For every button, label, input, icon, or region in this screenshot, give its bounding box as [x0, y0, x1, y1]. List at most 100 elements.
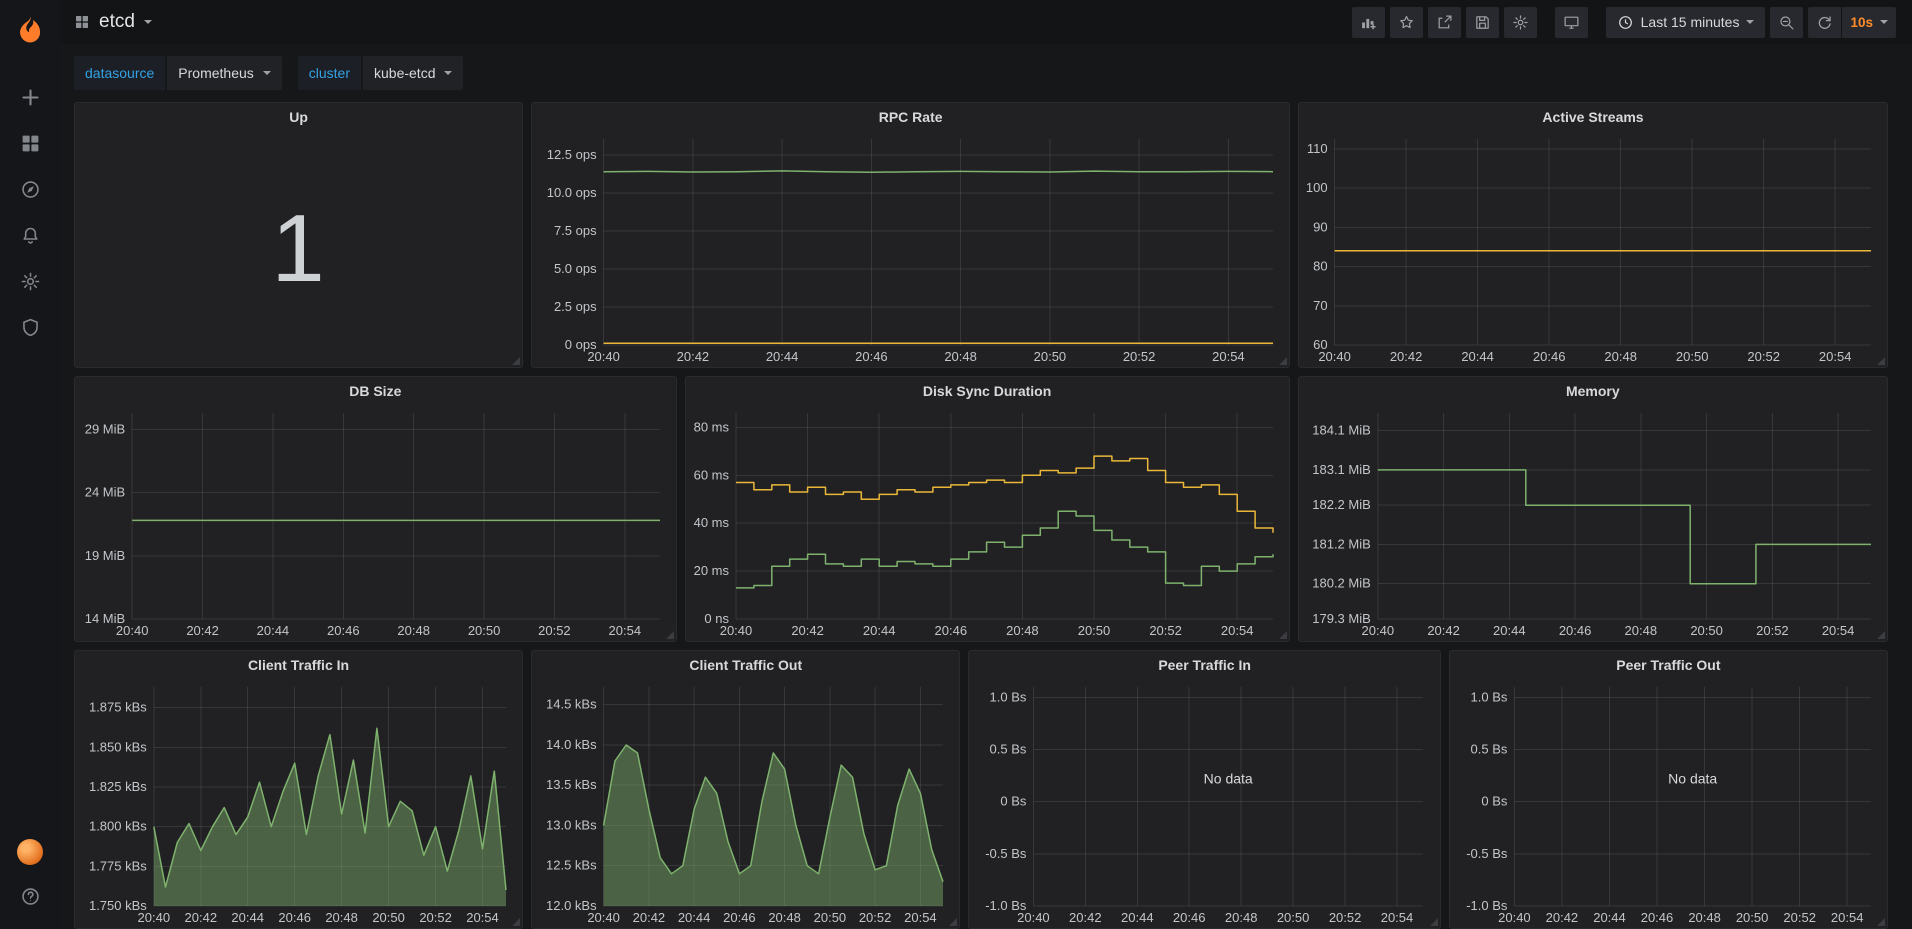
- svg-text:20:40: 20:40: [1018, 910, 1051, 925]
- svg-text:20:44: 20:44: [231, 910, 264, 925]
- refresh-interval-picker[interactable]: 10s: [1842, 7, 1896, 38]
- svg-text:20:52: 20:52: [419, 910, 452, 925]
- svg-text:20:44: 20:44: [257, 623, 290, 638]
- disk-sync-duration-chart[interactable]: 80 ms60 ms40 ms20 ms0 ns20:4020:4220:442…: [686, 405, 1289, 641]
- panel-memory: Memory 184.1 MiB183.1 MiB182.2 MiB181.2 …: [1298, 376, 1888, 642]
- svg-text:80: 80: [1313, 259, 1327, 274]
- refresh-group: 10s: [1808, 7, 1896, 38]
- panel-disk-sync-duration: Disk Sync Duration 80 ms60 ms40 ms20 ms0…: [685, 376, 1290, 642]
- svg-text:1.0 Bs: 1.0 Bs: [990, 689, 1027, 704]
- user-avatar[interactable]: [17, 839, 43, 865]
- rpc-rate-chart[interactable]: 12.5 ops10.0 ops7.5 ops5.0 ops2.5 ops0 o…: [532, 131, 1289, 367]
- svg-text:100: 100: [1306, 180, 1328, 195]
- svg-text:20:44: 20:44: [1461, 349, 1494, 364]
- svg-text:14.0 kBs: 14.0 kBs: [546, 737, 597, 752]
- panel-title[interactable]: Memory: [1299, 377, 1887, 405]
- panel-rpc-rate: RPC Rate 12.5 ops10.0 ops7.5 ops5.0 ops2…: [531, 102, 1290, 368]
- grafana-logo-icon[interactable]: [7, 6, 53, 52]
- active-streams-chart[interactable]: 1101009080706020:4020:4220:4420:4620:482…: [1299, 131, 1887, 367]
- panel-title[interactable]: Peer Traffic Out: [1450, 651, 1887, 679]
- svg-text:20:52: 20:52: [1149, 623, 1182, 638]
- sidebar: [0, 0, 60, 929]
- panel-title[interactable]: Client Traffic Out: [532, 651, 959, 679]
- svg-text:20:54: 20:54: [466, 910, 499, 925]
- save-button[interactable]: [1466, 7, 1499, 38]
- svg-text:1.800 kBs: 1.800 kBs: [89, 819, 147, 834]
- svg-text:20:54: 20:54: [1831, 910, 1864, 925]
- panel-title[interactable]: Client Traffic In: [75, 651, 522, 679]
- db-size-chart[interactable]: 29 MiB24 MiB19 MiB14 MiB20:4020:4220:442…: [75, 405, 676, 641]
- svg-text:1.0 Bs: 1.0 Bs: [1470, 689, 1507, 704]
- client-traffic-in-chart[interactable]: 1.875 kBs1.850 kBs1.825 kBs1.800 kBs1.77…: [75, 679, 522, 928]
- add-panel-button[interactable]: [1352, 7, 1385, 38]
- share-button[interactable]: [1428, 7, 1461, 38]
- main-area: etcd Last 15 minut: [60, 0, 1912, 929]
- zoom-out-button[interactable]: [1770, 7, 1803, 38]
- svg-text:-0.5 Bs: -0.5 Bs: [986, 846, 1028, 861]
- navbar: etcd Last 15 minut: [60, 0, 1912, 44]
- svg-text:20:40: 20:40: [1498, 910, 1531, 925]
- svg-text:20:42: 20:42: [1390, 349, 1423, 364]
- alerting-bell-icon[interactable]: [7, 215, 53, 255]
- svg-text:20:52: 20:52: [1756, 623, 1789, 638]
- panel-title[interactable]: Peer Traffic In: [969, 651, 1439, 679]
- svg-text:20:50: 20:50: [1034, 349, 1067, 364]
- configuration-gear-icon[interactable]: [7, 261, 53, 301]
- svg-text:20:46: 20:46: [1640, 910, 1673, 925]
- svg-text:20:40: 20:40: [138, 910, 171, 925]
- refresh-button[interactable]: [1808, 7, 1841, 38]
- caret-down-icon: [1746, 20, 1754, 24]
- panel-peer-traffic-in: Peer Traffic In 1.0 Bs0.5 Bs0 Bs-0.5 Bs-…: [968, 650, 1440, 929]
- panel-title[interactable]: Active Streams: [1299, 103, 1887, 131]
- help-icon[interactable]: [7, 876, 53, 916]
- peer-traffic-out-chart[interactable]: 1.0 Bs0.5 Bs0 Bs-0.5 Bs-1.0 Bs20:4020:42…: [1450, 679, 1887, 928]
- dashboard-title: etcd: [99, 11, 135, 33]
- svg-text:20:44: 20:44: [1493, 623, 1526, 638]
- panel-title[interactable]: RPC Rate: [532, 103, 1289, 131]
- variable-value-text: kube-etcd: [374, 65, 435, 81]
- client-traffic-out-chart[interactable]: 14.5 kBs14.0 kBs13.5 kBs13.0 kBs12.5 kBs…: [532, 679, 959, 928]
- server-admin-shield-icon[interactable]: [7, 307, 53, 347]
- variable-cluster[interactable]: cluster kube-etcd: [298, 56, 464, 90]
- panel-title[interactable]: Up: [75, 103, 522, 131]
- svg-text:10.0 ops: 10.0 ops: [547, 185, 597, 200]
- svg-text:20:52: 20:52: [1123, 349, 1156, 364]
- svg-text:80 ms: 80 ms: [693, 419, 729, 434]
- svg-text:20:44: 20:44: [1593, 910, 1626, 925]
- dashboard-title-dropdown[interactable]: etcd: [74, 11, 152, 33]
- svg-text:70: 70: [1313, 298, 1327, 313]
- svg-text:183.1 MiB: 183.1 MiB: [1312, 462, 1371, 477]
- peer-traffic-in-chart[interactable]: 1.0 Bs0.5 Bs0 Bs-0.5 Bs-1.0 Bs20:4020:42…: [969, 679, 1439, 928]
- svg-text:20:52: 20:52: [538, 623, 571, 638]
- template-variables-bar: datasource Prometheus cluster kube-etcd: [60, 44, 1912, 102]
- svg-text:20:48: 20:48: [1225, 910, 1258, 925]
- cycle-view-monitor-button[interactable]: [1555, 7, 1588, 38]
- svg-text:20:48: 20:48: [1604, 349, 1637, 364]
- navbar-actions: Last 15 minutes 10s: [1352, 7, 1896, 38]
- svg-text:90: 90: [1313, 219, 1327, 234]
- svg-text:184.1 MiB: 184.1 MiB: [1312, 423, 1371, 438]
- svg-text:20:50: 20:50: [1277, 910, 1310, 925]
- caret-down-icon: [444, 71, 452, 75]
- svg-text:5.0 ops: 5.0 ops: [554, 261, 597, 276]
- caret-down-icon: [144, 20, 152, 24]
- variable-value-dropdown[interactable]: kube-etcd: [363, 56, 463, 90]
- svg-text:20:54: 20:54: [904, 910, 937, 925]
- memory-chart[interactable]: 184.1 MiB183.1 MiB182.2 MiB181.2 MiB180.…: [1299, 405, 1887, 641]
- variable-value-dropdown[interactable]: Prometheus: [167, 56, 281, 90]
- dashboard-settings-button[interactable]: [1504, 7, 1537, 38]
- variable-datasource[interactable]: datasource Prometheus: [74, 56, 282, 90]
- svg-text:20:48: 20:48: [1006, 623, 1039, 638]
- star-button[interactable]: [1390, 7, 1423, 38]
- create-plus-icon[interactable]: [7, 77, 53, 117]
- svg-text:20:46: 20:46: [1173, 910, 1206, 925]
- svg-text:20:50: 20:50: [372, 910, 405, 925]
- svg-text:20:46: 20:46: [855, 349, 888, 364]
- svg-text:20:40: 20:40: [587, 910, 620, 925]
- explore-compass-icon[interactable]: [7, 169, 53, 209]
- svg-text:1.875 kBs: 1.875 kBs: [89, 700, 147, 715]
- panel-title[interactable]: Disk Sync Duration: [686, 377, 1289, 405]
- time-range-picker[interactable]: Last 15 minutes: [1606, 7, 1766, 38]
- panel-title[interactable]: DB Size: [75, 377, 676, 405]
- dashboards-icon[interactable]: [7, 123, 53, 163]
